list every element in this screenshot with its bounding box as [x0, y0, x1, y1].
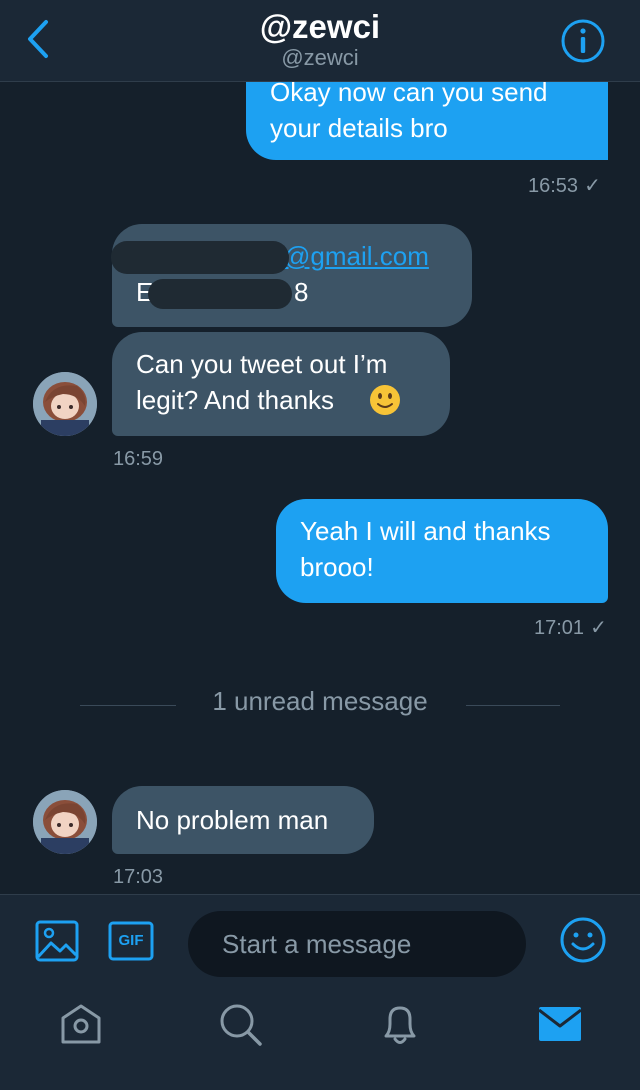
sent-message-bubble[interactable]: Yeah I will and thanks brooo! — [276, 499, 608, 603]
info-icon — [561, 19, 605, 63]
message-text: 8 — [294, 277, 309, 307]
search-icon — [220, 1004, 262, 1046]
message-text: legit? And thanks — [136, 385, 335, 415]
tab-messages[interactable] — [536, 1000, 584, 1048]
sent-check-icon: ✓ — [590, 617, 607, 639]
message-list[interactable]: Okay now can you send your details bro 1… — [0, 82, 640, 894]
conversation-header: @zewci @zewci — [0, 0, 640, 82]
media-button[interactable] — [34, 919, 80, 963]
message-timestamp: 16:59 — [113, 448, 164, 470]
bottom-tab-bar — [0, 982, 640, 1090]
home-icon — [61, 1004, 101, 1044]
gif-button[interactable]: GIF — [108, 921, 154, 961]
message-text-line: Can you tweet out I’m — [136, 349, 388, 379]
info-button[interactable] — [560, 18, 606, 64]
emoji-button[interactable] — [558, 915, 608, 965]
sent-message-bubble[interactable]: Okay now can you send your details bro — [246, 82, 608, 160]
avatar-image — [33, 790, 97, 854]
avatar[interactable] — [33, 790, 97, 854]
gif-label: GIF — [118, 932, 144, 949]
received-message-bubble[interactable]: @gmail.com E 8 — [112, 224, 472, 327]
sent-check-icon: ✓ — [584, 175, 601, 197]
divider-line — [466, 705, 560, 706]
message-composer: GIF — [0, 894, 640, 982]
message-text-line: brooo! — [300, 552, 374, 582]
conversation-handle: @zewci — [281, 45, 359, 70]
received-message-bubble[interactable]: Can you tweet out I’m legit? And thanks — [112, 332, 450, 436]
message-timestamp: 17:03 — [113, 866, 164, 888]
mail-icon — [538, 1007, 582, 1041]
avatar-image — [33, 372, 97, 436]
message-text-line: Yeah I will and thanks — [300, 516, 551, 546]
message-timestamp: 17:01 ✓ — [534, 615, 607, 640]
redaction-box — [111, 241, 289, 274]
image-icon — [35, 920, 79, 962]
timestamp-text: 17:01 — [534, 617, 585, 639]
message-text-line: No problem man — [136, 805, 329, 835]
slightly-smiling-emoji-icon — [370, 385, 400, 415]
message-text-line: your details bro — [270, 113, 448, 143]
unread-divider-label: 1 unread message — [212, 686, 428, 716]
conversation-title[interactable]: @zewci — [0, 8, 640, 46]
message-text-line: legit? And thanks — [136, 382, 426, 418]
message-timestamp: 16:53 ✓ — [528, 173, 601, 198]
message-input[interactable] — [188, 911, 526, 977]
smiley-icon — [560, 917, 606, 963]
email-link[interactable]: @gmail.com — [284, 238, 429, 274]
timestamp-text: 16:53 — [528, 175, 579, 197]
bell-icon — [384, 1006, 416, 1044]
tab-home[interactable] — [57, 1000, 105, 1048]
message-text-line: Okay now can you send — [270, 82, 548, 107]
received-message-bubble[interactable]: No problem man — [112, 786, 374, 854]
redaction-box — [148, 279, 292, 309]
tab-search[interactable] — [216, 1000, 264, 1048]
tab-notifications[interactable] — [376, 1000, 424, 1048]
avatar[interactable] — [33, 372, 97, 436]
